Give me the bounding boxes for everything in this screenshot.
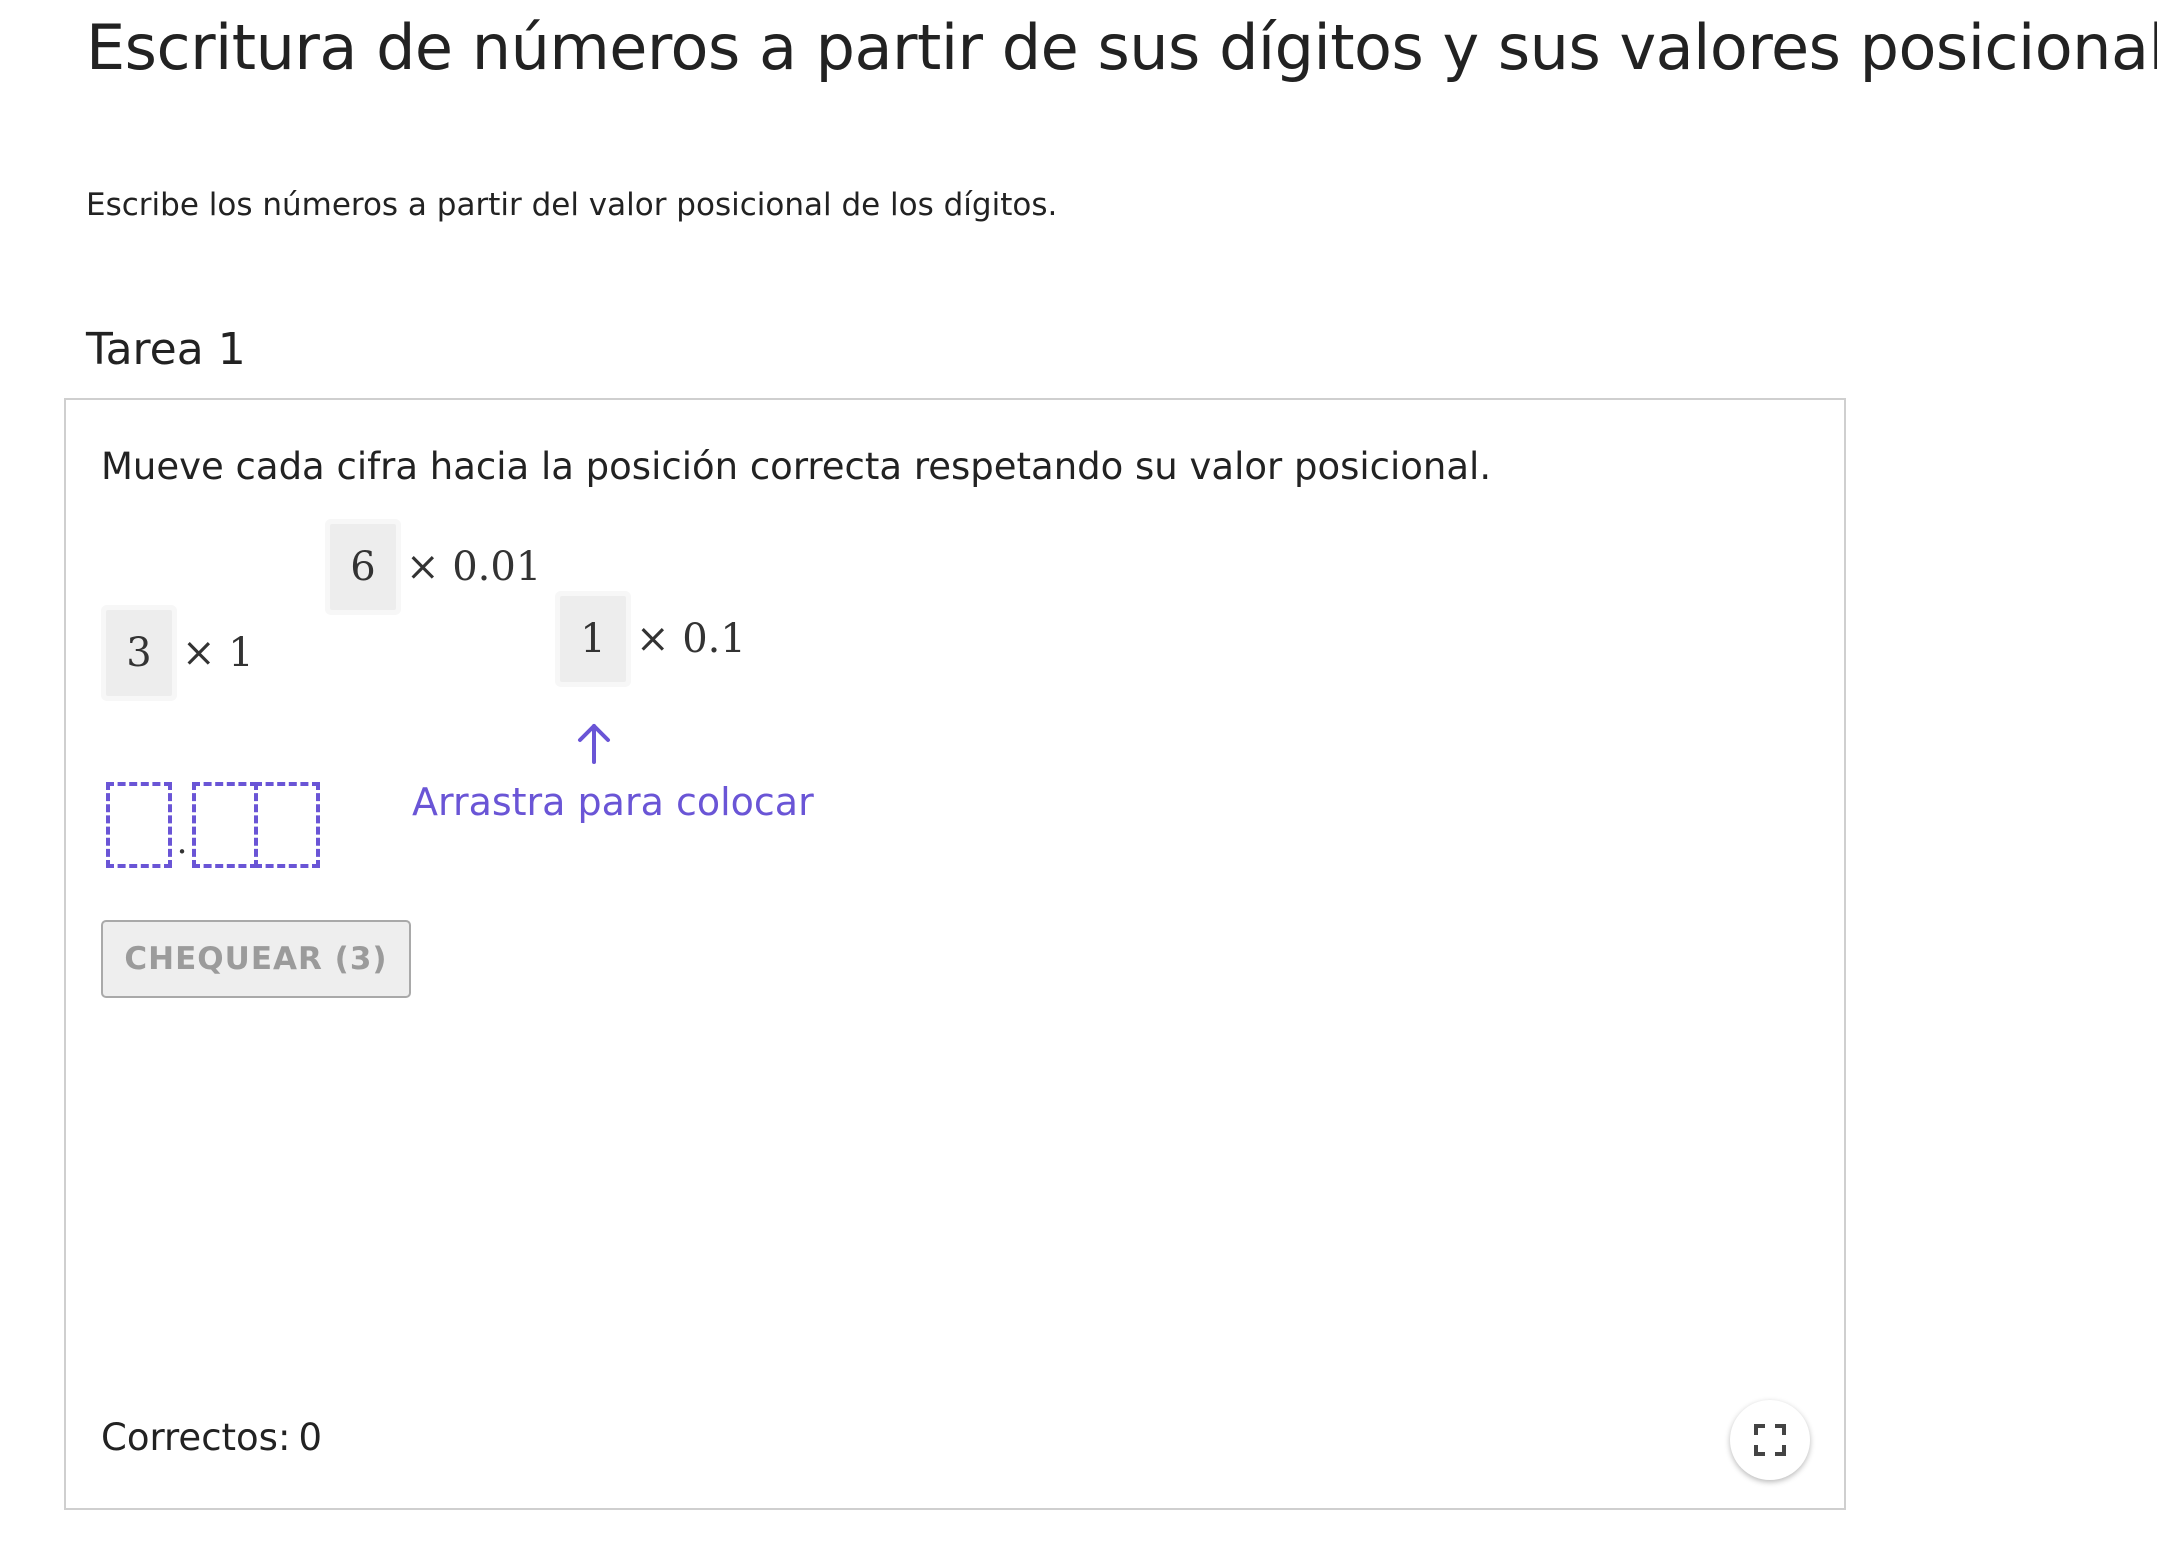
tile-group-ones: 3 × 1 [106, 610, 254, 696]
score-display: Correctos: 0 [101, 1413, 322, 1463]
check-button[interactable]: CHEQUEAR (3) [101, 920, 411, 998]
multiplier-label: × 0.01 [406, 544, 542, 590]
tile-group-hundredths: 6 × 0.01 [330, 524, 541, 610]
task-title: Tarea 1 [86, 324, 246, 375]
score-label: Correctos: [101, 1416, 291, 1459]
score-value: 0 [298, 1416, 322, 1459]
page-title: Escritura de números a partir de sus díg… [86, 11, 2157, 84]
drop-slot-ones[interactable] [106, 782, 172, 868]
digit-tile[interactable]: 6 [330, 524, 396, 610]
task-card: Mueve cada cifra hacia la posición corre… [64, 398, 1846, 1510]
decimal-point: . [176, 822, 188, 862]
multiplier-label: × 0.1 [636, 616, 746, 662]
fullscreen-button[interactable] [1730, 1400, 1810, 1480]
multiplier-label: × 1 [182, 630, 254, 676]
answer-slots: . [106, 778, 320, 868]
task-prompt: Mueve cada cifra hacia la posición corre… [101, 445, 1492, 488]
drag-hint: Arrastra para colocar [412, 780, 814, 824]
page-instruction: Escribe los números a partir del valor p… [86, 187, 1058, 223]
digit-tile[interactable]: 1 [560, 596, 626, 682]
fullscreen-icon [1754, 1424, 1786, 1456]
arrow-up-icon [578, 724, 610, 764]
drop-slot-tenths[interactable] [192, 782, 258, 868]
drop-slot-hundredths[interactable] [254, 782, 320, 868]
digit-tile[interactable]: 3 [106, 610, 172, 696]
tile-group-tenths: 1 × 0.1 [560, 596, 746, 682]
